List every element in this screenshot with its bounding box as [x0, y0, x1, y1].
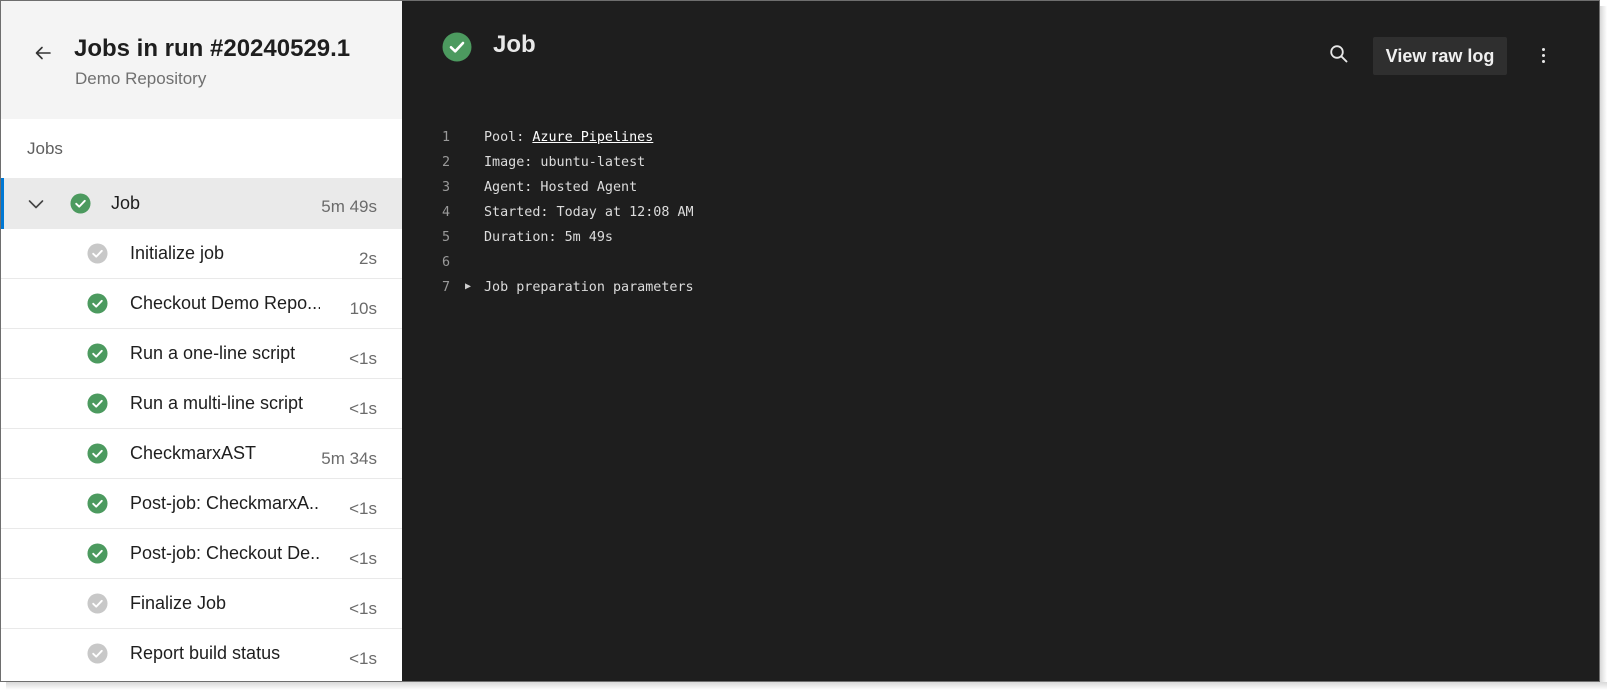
log-title: Job: [493, 31, 536, 58]
step-name: CheckmarxAST: [130, 443, 257, 463]
log-text: Duration: 5m 49s: [484, 230, 613, 245]
check-circle-gray-icon: [87, 643, 108, 664]
step-row[interactable]: Finalize Job <1s: [1, 579, 402, 629]
run-header: Jobs in run #20240529.1 Demo Repository: [1, 1, 402, 119]
check-circle-gray-icon: [87, 593, 108, 614]
check-circle-icon: [87, 493, 108, 514]
check-circle-icon: [70, 193, 91, 214]
log-line: 3 Agent: Hosted Agent: [402, 178, 1599, 203]
step-row[interactable]: Post-job: Checkout De... <1s: [1, 529, 402, 579]
log-line: 4 Started: Today at 12:08 AM: [402, 203, 1599, 228]
log-line: 7 ▶ Job preparation parameters: [402, 278, 1599, 303]
log-line: 5 Duration: 5m 49s: [402, 228, 1599, 253]
log-line: 1 Pool: Azure Pipelines: [402, 128, 1599, 153]
arrow-left-icon: [35, 46, 51, 60]
back-button[interactable]: [31, 41, 55, 65]
step-duration: 2s: [359, 249, 377, 268]
step-name: Finalize Job: [130, 593, 227, 613]
line-number: 5: [442, 230, 451, 245]
job-duration: 5m 49s: [321, 197, 377, 216]
step-row[interactable]: CheckmarxAST 5m 34s: [1, 429, 402, 479]
check-circle-icon: [87, 293, 108, 314]
job-row[interactable]: Job 5m 49s: [1, 178, 402, 229]
step-name: Initialize job: [130, 243, 225, 263]
job-name: Job: [111, 193, 141, 213]
chevron-down-icon[interactable]: [28, 196, 44, 212]
step-duration: <1s: [349, 599, 377, 618]
check-circle-icon: [442, 32, 472, 62]
check-circle-gray-icon: [87, 243, 108, 264]
step-name: Report build status: [130, 643, 281, 663]
log-line: 2 Image: ubuntu-latest: [402, 153, 1599, 178]
step-row[interactable]: Initialize job 2s: [1, 229, 402, 279]
step-name: Post-job: CheckmarxA...: [130, 493, 320, 513]
step-name: Post-job: Checkout De...: [130, 543, 320, 563]
line-number: 1: [442, 130, 451, 145]
log-panel: Job View raw log 1 Pool: Azure Pipelines 2…: [402, 1, 1599, 681]
log-prefix: Pool:: [484, 130, 533, 145]
check-circle-icon: [87, 443, 108, 464]
expand-triangle-icon[interactable]: ▶: [465, 281, 471, 292]
line-number: 6: [442, 255, 451, 270]
check-circle-icon: [87, 393, 108, 414]
log-output: 1 Pool: Azure Pipelines 2 Image: ubuntu-lat…: [402, 128, 1599, 303]
step-list: Initialize job 2s Checkout Demo Repo... 10s…: [1, 229, 402, 679]
search-icon[interactable]: [1328, 43, 1350, 65]
pool-link[interactable]: Azure Pipelines: [532, 130, 653, 145]
step-duration: 10s: [349, 299, 377, 318]
step-row[interactable]: Run a multi-line script <1s: [1, 379, 402, 429]
log-text[interactable]: Job preparation parameters: [484, 280, 694, 295]
app-window: Jobs in run #20240529.1 Demo Repository …: [0, 0, 1600, 682]
step-row[interactable]: Report build status <1s: [1, 629, 402, 679]
jobs-sidebar: Jobs in run #20240529.1 Demo Repository …: [1, 1, 402, 681]
step-row[interactable]: Run a one-line script <1s: [1, 329, 402, 379]
check-circle-icon: [87, 343, 108, 364]
more-vertical-icon[interactable]: [1532, 43, 1554, 67]
step-name: Run a multi-line script: [130, 393, 304, 413]
step-duration: 5m 34s: [321, 449, 377, 468]
step-duration: <1s: [349, 349, 377, 368]
step-duration: <1s: [349, 499, 377, 518]
jobs-section-label: Jobs: [27, 139, 63, 158]
window-shadow-right: [1600, 6, 1607, 690]
step-name: Run a one-line script: [130, 343, 296, 363]
step-duration: <1s: [349, 399, 377, 418]
check-circle-icon: [87, 543, 108, 564]
view-raw-log-button[interactable]: View raw log: [1373, 37, 1507, 75]
line-number: 3: [442, 180, 451, 195]
step-row[interactable]: Checkout Demo Repo... 10s: [1, 279, 402, 329]
line-number: 7: [442, 280, 451, 295]
step-duration: <1s: [349, 649, 377, 668]
line-number: 4: [442, 205, 451, 220]
log-text: Started: Today at 12:08 AM: [484, 205, 694, 220]
log-text: Agent: Hosted Agent: [484, 180, 638, 195]
step-duration: <1s: [349, 549, 377, 568]
repository-name: Demo Repository: [75, 69, 207, 88]
step-name: Checkout Demo Repo...: [130, 293, 320, 313]
log-text: Pool: Azure Pipelines: [484, 130, 653, 145]
log-text: Image: ubuntu-latest: [484, 155, 646, 170]
line-number: 2: [442, 155, 451, 170]
log-line: 6: [402, 253, 1599, 278]
run-title: Jobs in run #20240529.1: [74, 35, 351, 62]
step-row[interactable]: Post-job: CheckmarxA... <1s: [1, 479, 402, 529]
window-shadow-bottom: [6, 682, 1607, 690]
